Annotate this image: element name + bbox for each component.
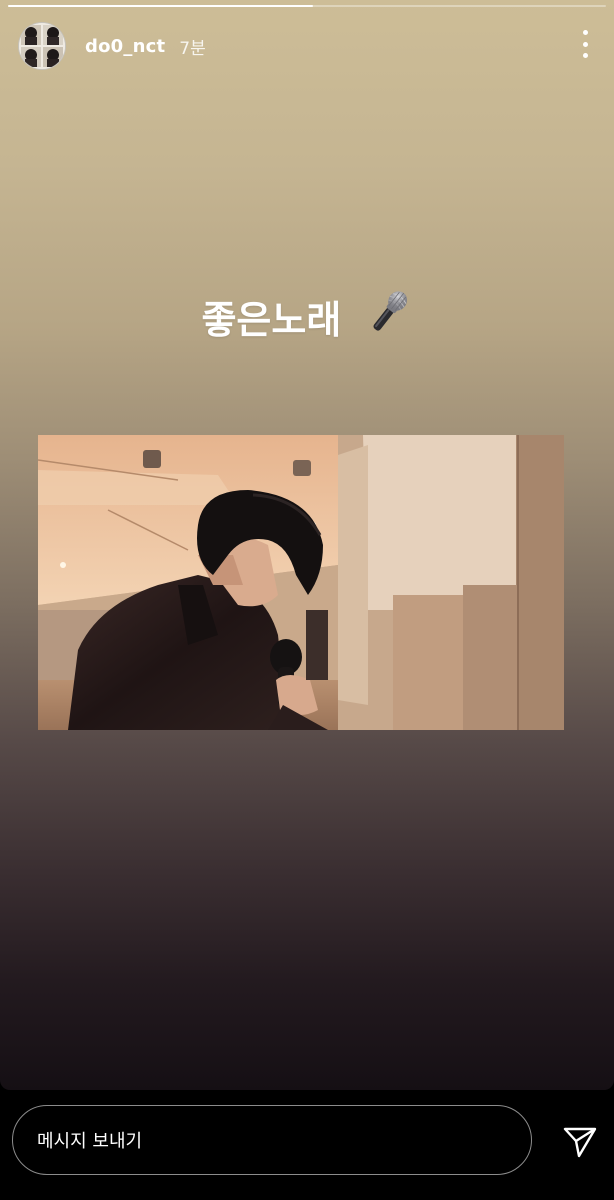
- caption-text: 좋은노래: [201, 298, 342, 342]
- message-input[interactable]: 메시지 보내기: [12, 1105, 532, 1175]
- dot: [582, 53, 588, 58]
- reply-bar: 메시지 보내기: [0, 1090, 614, 1200]
- story-media-image[interactable]: [38, 435, 564, 730]
- more-options-icon[interactable]: [578, 30, 592, 58]
- microphone-icon: [365, 288, 413, 351]
- post-time: 7분: [179, 38, 206, 59]
- avatar[interactable]: [18, 22, 66, 70]
- username[interactable]: do0_nct: [85, 36, 165, 57]
- avatar-image: [19, 23, 65, 69]
- story-container[interactable]: do0_nct 7분 좋은노래: [0, 0, 614, 1090]
- story-caption: 좋은노래: [0, 291, 614, 351]
- dot: [582, 41, 588, 47]
- dot: [582, 30, 588, 35]
- story-progress-bar: [8, 5, 606, 7]
- story-progress-fill: [8, 5, 313, 7]
- story-header: do0_nct 7분: [18, 22, 206, 70]
- send-icon[interactable]: [562, 1124, 598, 1160]
- message-input-placeholder: 메시지 보내기: [37, 1131, 143, 1152]
